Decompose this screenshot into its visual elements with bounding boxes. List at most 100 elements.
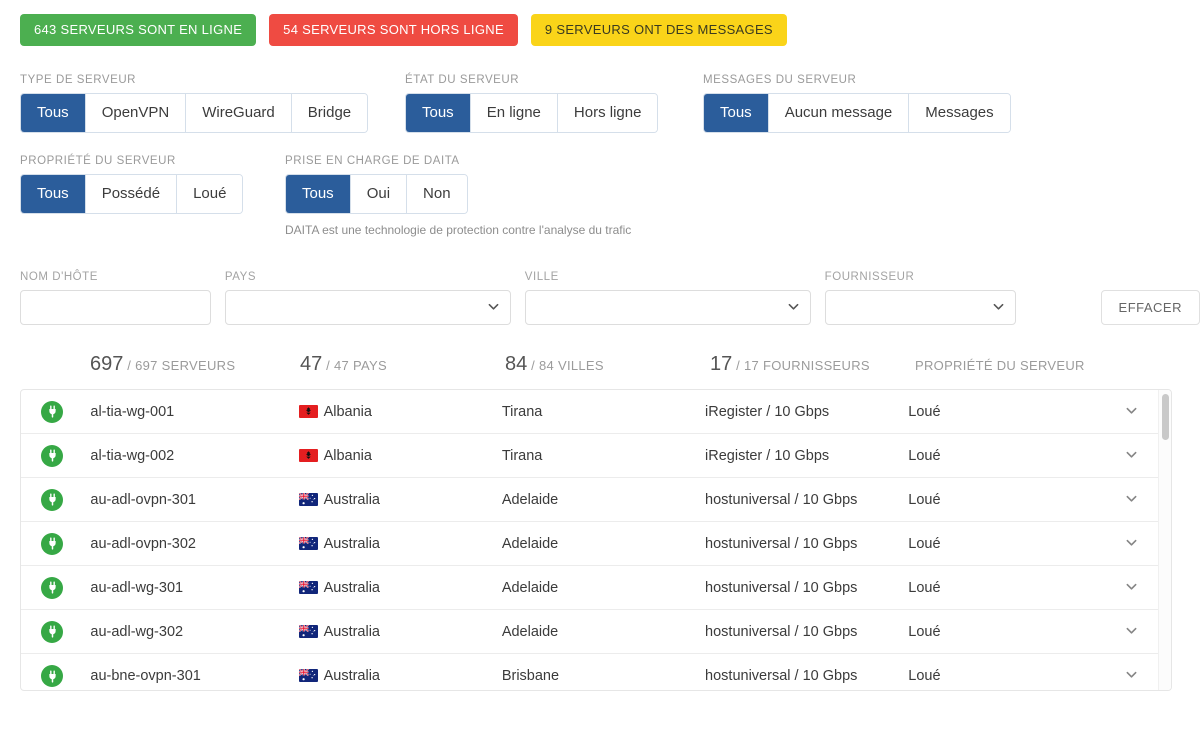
row-country-label: Australia (324, 492, 380, 508)
provider-select[interactable] (825, 290, 1016, 325)
row-country: Australia (299, 536, 502, 552)
servers-count-value: 697 (90, 353, 123, 375)
table-row[interactable]: al-tia-wg-001AlbaniaTiranaiRegister / 10… (21, 390, 1171, 434)
table-scrollbar-thumb[interactable] (1162, 394, 1169, 440)
field-country: PAYS (225, 271, 511, 325)
field-label-city: VILLE (525, 271, 811, 283)
status-badge-row: 643 SERVEURS SONT EN LIGNE 54 SERVEURS S… (0, 0, 1200, 46)
hostname-input[interactable] (20, 290, 211, 325)
row-hostname: al-tia-wg-001 (90, 404, 298, 420)
table-row[interactable]: au-adl-ovpn-301AustraliaAdelaidehostuniv… (21, 478, 1171, 522)
field-label-provider: FOURNISSEUR (825, 271, 1016, 283)
server-state-option-tous[interactable]: Tous (406, 94, 471, 132)
server-online-icon (41, 445, 63, 467)
filter-row-secondary: PROPRIÉTÉ DU SERVEUR Tous Possédé Loué P… (0, 133, 1200, 237)
ownership-option-possede[interactable]: Possédé (86, 175, 177, 213)
server-state-option-hors-ligne[interactable]: Hors ligne (558, 94, 658, 132)
field-hostname: NOM D'HÔTE (20, 271, 211, 325)
filter-label-server-type: TYPE DE SERVEUR (20, 74, 405, 86)
row-hostname: al-tia-wg-002 (90, 448, 298, 464)
table-row[interactable]: al-tia-wg-002AlbaniaTiranaiRegister / 10… (21, 434, 1171, 478)
server-state-option-en-ligne[interactable]: En ligne (471, 94, 558, 132)
row-city: Tirana (502, 448, 705, 464)
row-country: Australia (299, 668, 502, 684)
provider-select-wrapper[interactable] (825, 290, 1016, 325)
server-type-option-openvpn[interactable]: OpenVPN (86, 94, 187, 132)
countries-count-total: / 47 PAYS (326, 358, 387, 373)
table-header-row: 697 / 697 SERVEURS 47 / 47 PAYS 84 / 84 … (0, 325, 1200, 389)
filter-group-server-messages: MESSAGES DU SERVEUR Tous Aucun message M… (703, 74, 1003, 133)
server-online-icon (41, 401, 63, 423)
server-type-option-tous[interactable]: Tous (21, 94, 86, 132)
filter-label-daita: PRISE EN CHARGE DE DAITA (285, 155, 685, 167)
daita-hint-text: DAITA est une technologie de protection … (285, 223, 685, 237)
header-countries-count: 47 / 47 PAYS (300, 353, 505, 376)
status-badge-offline[interactable]: 54 SERVEURS SONT HORS LIGNE (269, 14, 518, 46)
server-messages-option-aucun-message[interactable]: Aucun message (769, 94, 910, 132)
daita-option-tous[interactable]: Tous (286, 175, 351, 213)
row-ownership: Loué (908, 492, 1126, 508)
row-hostname: au-bne-ovpn-301 (90, 668, 298, 684)
server-messages-option-messages[interactable]: Messages (909, 94, 1009, 132)
field-city: VILLE (525, 271, 811, 325)
row-city: Brisbane (502, 668, 705, 684)
country-select[interactable] (225, 290, 511, 325)
row-status-cell (21, 621, 90, 643)
server-online-icon (41, 665, 63, 687)
table-row[interactable]: au-adl-ovpn-302AustraliaAdelaidehostuniv… (21, 522, 1171, 566)
search-filter-row: NOM D'HÔTE PAYS VILLE FOURNISSEUR (0, 237, 1200, 325)
table-row[interactable]: au-adl-wg-301AustraliaAdelaidehostuniver… (21, 566, 1171, 610)
status-badge-messages[interactable]: 9 SERVEURS ONT DES MESSAGES (531, 14, 787, 46)
row-ownership: Loué (908, 448, 1126, 464)
row-country: Australia (299, 580, 502, 596)
clear-filters-button[interactable]: EFFACER (1101, 290, 1200, 325)
table-row[interactable]: au-adl-wg-302AustraliaAdelaidehostuniver… (21, 610, 1171, 654)
row-country-label: Australia (324, 668, 380, 684)
server-type-option-bridge[interactable]: Bridge (292, 94, 367, 132)
row-provider: hostuniversal / 10 Gbps (705, 624, 908, 640)
row-provider: hostuniversal / 10 Gbps (705, 492, 908, 508)
table-scrollbar[interactable] (1158, 390, 1171, 690)
row-status-cell (21, 665, 90, 687)
row-hostname: au-adl-ovpn-302 (90, 536, 298, 552)
filter-group-server-state: ÉTAT DU SERVEUR Tous En ligne Hors ligne (405, 74, 703, 133)
server-online-icon (41, 489, 63, 511)
daita-option-non[interactable]: Non (407, 175, 467, 213)
daita-option-oui[interactable]: Oui (351, 175, 407, 213)
row-country: Australia (299, 492, 502, 508)
row-status-cell (21, 533, 90, 555)
row-status-cell (21, 577, 90, 599)
field-label-country: PAYS (225, 271, 511, 283)
row-country-label: Australia (324, 536, 380, 552)
row-hostname: au-adl-wg-302 (90, 624, 298, 640)
ownership-option-tous[interactable]: Tous (21, 175, 86, 213)
server-table: al-tia-wg-001AlbaniaTiranaiRegister / 10… (20, 389, 1172, 691)
server-state-toggle-group: Tous En ligne Hors ligne (405, 93, 658, 133)
country-flag-icon (299, 449, 318, 462)
header-servers-count: 697 / 697 SERVEURS (90, 353, 300, 376)
field-provider: FOURNISSEUR (825, 271, 1016, 325)
cities-count-value: 84 (505, 353, 527, 375)
row-country-label: Australia (324, 624, 380, 640)
server-messages-option-tous[interactable]: Tous (704, 94, 769, 132)
row-country-label: Albania (324, 404, 372, 420)
country-select-wrapper[interactable] (225, 290, 511, 325)
filter-group-server-type: TYPE DE SERVEUR Tous OpenVPN WireGuard B… (20, 74, 405, 133)
status-badge-online[interactable]: 643 SERVEURS SONT EN LIGNE (20, 14, 256, 46)
providers-count-value: 17 (710, 353, 732, 375)
row-ownership: Loué (908, 580, 1126, 596)
server-type-option-wireguard[interactable]: WireGuard (186, 94, 292, 132)
ownership-option-loue[interactable]: Loué (177, 175, 242, 213)
row-city: Adelaide (502, 580, 705, 596)
header-providers-count: 17 / 17 FOURNISSEURS (710, 353, 915, 376)
cities-count-total: / 84 VILLES (531, 358, 604, 373)
row-city: Tirana (502, 404, 705, 420)
header-cities-count: 84 / 84 VILLES (505, 353, 710, 376)
row-ownership: Loué (908, 536, 1126, 552)
row-ownership: Loué (908, 668, 1126, 684)
city-select[interactable] (525, 290, 811, 325)
filter-label-server-messages: MESSAGES DU SERVEUR (703, 74, 1003, 86)
row-city: Adelaide (502, 536, 705, 552)
city-select-wrapper[interactable] (525, 290, 811, 325)
table-row[interactable]: au-bne-ovpn-301AustraliaBrisbanehostuniv… (21, 654, 1171, 691)
